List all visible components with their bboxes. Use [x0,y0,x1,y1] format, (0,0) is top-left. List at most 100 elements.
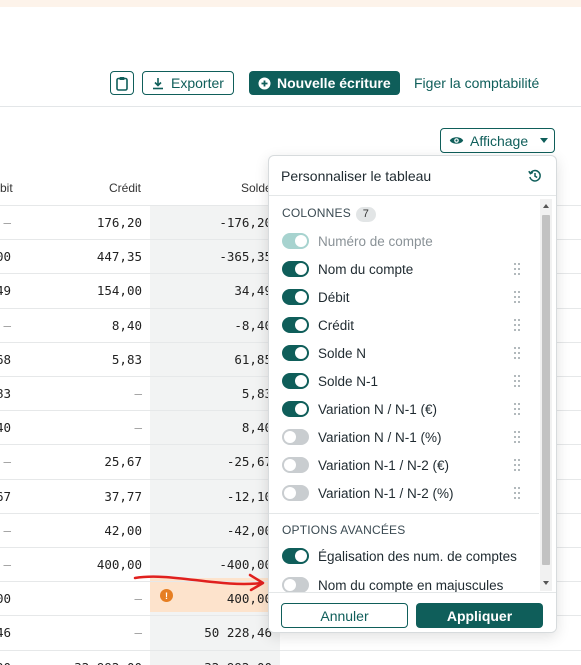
credit-cell: 154,00 [96,283,142,299]
column-toggle-row[interactable]: Égalisation des num. de comptes [282,546,532,566]
toggle-switch[interactable] [282,401,309,417]
debit-cell: – [3,317,11,333]
debit-cell: – [3,557,11,572]
option-label: Solde N-1 [318,373,379,389]
toggle-switch[interactable] [282,261,309,277]
drag-handle-icon[interactable] [514,347,522,359]
column-toggle-row[interactable]: Débit [282,287,532,307]
popover-header: Personnaliser le tableau [269,156,556,196]
debit-cell: – [3,522,11,538]
debit-cell: – [3,454,11,470]
debit-cell: 68 [0,351,11,367]
drag-handle-icon[interactable] [514,263,522,275]
drag-dot [514,347,516,349]
new-entry-label: Nouvelle écriture [277,75,391,91]
drag-handle-icon[interactable] [514,403,522,415]
toggle-switch [282,233,309,249]
drag-dot [514,436,516,438]
toggle-switch[interactable] [282,577,309,593]
drag-dot [518,357,520,359]
drag-dot [514,380,516,382]
column-toggle-row[interactable]: Solde N-1 [282,371,532,391]
drag-handle-icon[interactable] [514,431,522,443]
drag-dot [514,464,516,466]
drag-dot [518,487,520,489]
scroll-up-arrow[interactable] [543,204,549,208]
toggle-knob [295,375,307,387]
popover-scrollbar[interactable] [540,199,552,591]
toggle-switch[interactable] [282,548,309,564]
export-button[interactable]: Exporter [142,71,234,95]
history-icon[interactable] [528,169,542,183]
drag-dot [518,273,520,275]
freeze-accounting-link[interactable]: Figer la comptabilité [414,75,539,91]
debit-cell: 00 [0,249,11,265]
column-header-credit[interactable]: Crédit [109,181,141,195]
toggle-switch[interactable] [282,345,309,361]
column-toggle-row[interactable]: Solde N [282,343,532,363]
scroll-down-arrow[interactable] [543,581,549,585]
top-banner [0,0,581,7]
column-toggle-row[interactable]: Variation N / N-1 (€) [282,399,532,419]
drag-handle-icon[interactable] [514,319,522,331]
toggle-switch[interactable] [282,429,309,445]
drag-handle-icon[interactable] [514,375,522,387]
cancel-button[interactable]: Annuler [281,603,408,628]
credit-cell: 25,67 [104,454,142,470]
column-toggle-row[interactable]: Numéro de compte [282,231,532,251]
column-toggle-row[interactable]: Variation N / N-1 (%) [282,427,532,447]
credit-cell: 32 992,00 [74,660,142,665]
drag-dot [514,492,516,494]
section-divider [269,513,539,514]
drag-handle-icon[interactable] [514,459,522,471]
display-label: Affichage [470,132,529,149]
column-header-debit[interactable]: bit [0,181,13,195]
drag-dot [514,459,516,461]
column-toggle-row[interactable]: Crédit [282,315,532,335]
drag-dot [518,464,520,466]
drag-dot [518,492,520,494]
solde-cell: -176,20 [219,215,272,230]
drag-dot [518,459,520,461]
drag-dot [514,408,516,410]
toggle-switch[interactable] [282,485,309,501]
credit-cell: 5,83 [111,351,142,367]
drag-dot [514,487,516,489]
column-toggle-row[interactable]: Nom du compte [282,259,532,279]
toggle-switch[interactable] [282,289,309,305]
toggle-knob [284,459,296,471]
drag-dot [514,497,516,499]
credit-cell: – [134,625,142,641]
clipboard-button[interactable] [110,71,134,95]
toggle-knob [284,487,296,499]
drag-handle-icon[interactable] [514,487,522,499]
new-entry-button[interactable]: Nouvelle écriture [249,71,400,95]
scrollbar-thumb[interactable] [542,215,550,565]
drag-dot [514,268,516,270]
drag-dot [518,431,520,433]
debit-cell: 67 [0,488,11,504]
apply-button[interactable]: Appliquer [416,603,543,628]
option-label: Nom du compte [318,261,414,277]
drag-dot [514,296,516,298]
drag-dot [514,273,516,275]
drag-dot [514,469,516,471]
drag-handle-icon[interactable] [514,291,522,303]
drag-dot [514,291,516,293]
clipboard-icon [116,76,128,91]
toggle-switch[interactable] [282,373,309,389]
drag-dot [514,375,516,377]
drag-dot [514,385,516,387]
drag-dot [514,319,516,321]
column-toggle-row[interactable]: Variation N-1 / N-2 (€) [282,455,532,475]
toggle-knob [295,403,307,415]
drag-dot [514,441,516,443]
toggle-switch[interactable] [282,317,309,333]
drag-dot [514,357,516,359]
toggle-switch[interactable] [282,457,309,473]
display-button[interactable]: Affichage [440,128,555,153]
toggle-knob [295,550,307,562]
drag-dot [518,469,520,471]
column-toggle-row[interactable]: Variation N-1 / N-2 (%) [282,483,532,503]
drag-dot [518,385,520,387]
